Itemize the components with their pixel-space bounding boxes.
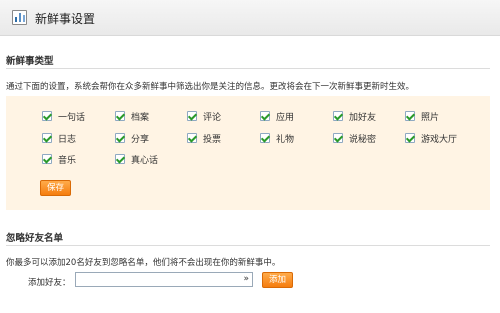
ignore-section-divider	[6, 245, 490, 246]
save-button[interactable]: 保存	[40, 180, 72, 196]
add-button[interactable]: 添加	[262, 272, 294, 288]
option-label: 音乐	[58, 155, 77, 166]
checkbox[interactable]	[115, 111, 125, 121]
checkbox[interactable]	[260, 133, 270, 143]
option-label: 说秘密	[349, 134, 377, 145]
page-title: 新鲜事设置	[35, 12, 96, 26]
option-应用[interactable]: 应用	[260, 109, 294, 123]
news-type-options: 一句话 档案 评论 应用 加好友 照片 日志 分享 投票 礼物 说秘密 游戏大厅…	[6, 96, 490, 210]
types-section-title: 新鲜事类型	[6, 56, 54, 67]
checkbox[interactable]	[405, 111, 415, 121]
checkbox[interactable]	[333, 133, 343, 143]
option-加好友[interactable]: 加好友	[333, 109, 376, 123]
ignore-section-title: 忽略好友名单	[6, 233, 64, 244]
option-照片[interactable]: 照片	[405, 109, 439, 123]
ignore-description: 你最多可以添加20名好友到忽略名单，他们将不会出现在你的新鲜事中。	[6, 258, 281, 268]
option-游戏大厅[interactable]: 游戏大厅	[405, 131, 457, 145]
types-description: 通过下面的设置，系统会帮你在众多新鲜事中筛选出你是关注的信息。更改将会在下一次新…	[6, 82, 415, 92]
checkbox[interactable]	[405, 133, 415, 143]
checkbox[interactable]	[187, 133, 197, 143]
option-label: 加好友	[349, 112, 377, 123]
option-真心话[interactable]: 真心话	[115, 152, 158, 166]
types-section-divider	[6, 68, 490, 69]
page-header: 新鲜事设置	[0, 0, 500, 36]
option-档案[interactable]: 档案	[115, 109, 149, 123]
option-label: 真心话	[131, 155, 159, 166]
option-label: 应用	[276, 112, 295, 123]
option-label: 评论	[203, 112, 222, 123]
option-音乐[interactable]: 音乐	[42, 152, 76, 166]
option-label: 礼物	[276, 134, 295, 145]
checkbox[interactable]	[42, 111, 52, 121]
checkbox[interactable]	[115, 133, 125, 143]
checkbox[interactable]	[42, 133, 52, 143]
option-label: 投票	[203, 134, 222, 145]
checkbox[interactable]	[187, 111, 197, 121]
option-label: 一句话	[58, 112, 86, 123]
option-礼物[interactable]: 礼物	[260, 131, 294, 145]
option-label: 日志	[58, 134, 77, 145]
option-评论[interactable]: 评论	[187, 109, 221, 123]
checkbox[interactable]	[115, 154, 125, 164]
chevron-down-icon[interactable]: »	[243, 273, 249, 286]
add-friend-input[interactable]: »	[75, 272, 253, 287]
option-label: 分享	[131, 134, 150, 145]
chart-icon	[12, 10, 27, 25]
add-friend-label: 添加好友：	[28, 278, 71, 288]
option-label: 照片	[421, 112, 440, 123]
option-label: 档案	[131, 112, 150, 123]
option-说秘密[interactable]: 说秘密	[333, 131, 376, 145]
checkbox[interactable]	[333, 111, 343, 121]
option-投票[interactable]: 投票	[187, 131, 221, 145]
option-分享[interactable]: 分享	[115, 131, 149, 145]
option-一句话[interactable]: 一句话	[42, 109, 85, 123]
checkbox[interactable]	[42, 154, 52, 164]
option-label: 游戏大厅	[421, 134, 458, 145]
option-日志[interactable]: 日志	[42, 131, 76, 145]
checkbox[interactable]	[260, 111, 270, 121]
